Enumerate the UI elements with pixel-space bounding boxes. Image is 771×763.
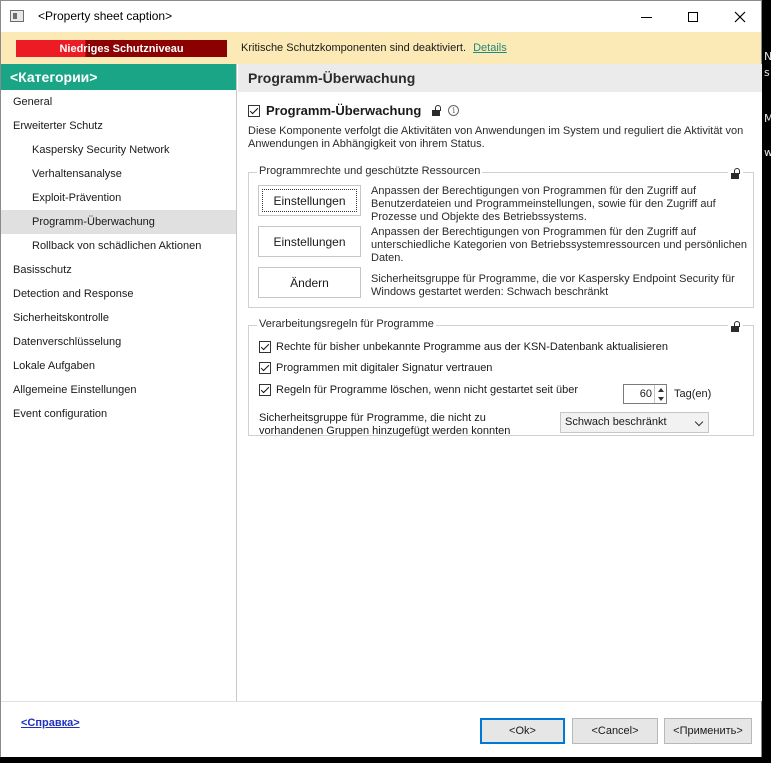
program-rights-group: Programmrechte und geschützte Ressourcen… — [248, 165, 754, 308]
component-toggle-label: Programm-Überwachung — [266, 103, 422, 118]
protection-alert-bar: Niedriges Schutzniveau Kritische Schutzk… — [1, 32, 761, 64]
maximize-icon — [688, 11, 698, 22]
change-security-group-button[interactable]: Ändern — [258, 267, 361, 298]
delete-rules-checkbox[interactable] — [259, 384, 271, 396]
alert-message-text: Kritische Schutzkomponenten sind deaktiv… — [241, 42, 467, 54]
trust-signed-programs-checkbox[interactable] — [259, 362, 271, 374]
sidebar-item-allgemeine-einstellungen[interactable]: Allgemeine Einstellungen — [1, 378, 236, 402]
default-security-group-label: Sicherheitsgruppe für Programme, die nic… — [259, 412, 511, 437]
file-access-description: Anpassen der Berechtigungen von Programm… — [371, 185, 716, 223]
component-description: Diese Komponente verfolgt die Aktivitäte… — [248, 125, 744, 150]
stepper-up-icon[interactable] — [655, 385, 666, 394]
background-text-fragment: s — [764, 66, 770, 79]
close-button[interactable] — [717, 1, 763, 32]
delete-rules-label: Regeln für Programme löschen, wenn nicht… — [276, 384, 579, 396]
window-title: <Property sheet caption> — [38, 9, 173, 23]
page-title: Programm-Überwachung — [238, 64, 762, 92]
component-toggle[interactable]: Programm-Überwachung i — [248, 103, 460, 118]
background-text-fragment: wi — [764, 146, 771, 159]
alert-message: Kritische Schutzkomponenten sind deaktiv… — [241, 42, 507, 54]
sidebar-item-general[interactable]: General — [1, 90, 236, 114]
categories-header: <Категории> — [1, 64, 236, 90]
category-list: General Erweiterter Schutz Kaspersky Secur… — [1, 90, 236, 426]
lock-open-icon[interactable] — [431, 105, 442, 116]
security-group-description: Sicherheitsgruppe für Programme, die vor… — [371, 273, 735, 298]
ksn-update-rights-label: Rechte für bisher unbekannte Programme a… — [276, 341, 668, 353]
background-text-fragment: N — [764, 50, 771, 63]
background-text-fragment: Ma — [764, 112, 771, 125]
close-icon — [734, 11, 746, 22]
sidebar-item-sicherheitskontrolle[interactable]: Sicherheitskontrolle — [1, 306, 236, 330]
property-sheet-window: <Property sheet caption> Niedriges Schut… — [0, 0, 762, 757]
stepper-arrows — [654, 385, 666, 403]
app-window-icon — [10, 10, 24, 22]
title-bar[interactable]: <Property sheet caption> — [1, 1, 761, 32]
processing-rules-group: Verarbeitungsregeln für Programme Rechte… — [248, 318, 754, 437]
minimize-button[interactable] — [623, 1, 669, 32]
sidebar-item-lokale-aufgaben[interactable]: Lokale Aufgaben — [1, 354, 236, 378]
sidebar-item-detection-and-response[interactable]: Detection and Response — [1, 282, 236, 306]
component-enabled-checkbox[interactable] — [248, 104, 260, 117]
sidebar-item-datenverschlusselung[interactable]: Datenverschlüsselung — [1, 330, 236, 354]
dialog-footer: <Справка> <Ok> <Cancel> <Применить> — [1, 701, 761, 757]
days-stepper[interactable]: 60 — [623, 384, 667, 404]
resource-access-settings-button[interactable]: Einstellungen — [258, 226, 361, 257]
processing-rules-group-title: Verarbeitungsregeln für Programme — [257, 318, 436, 330]
minimize-icon — [640, 17, 652, 18]
ksn-update-rights-checkbox[interactable] — [259, 341, 271, 353]
sidebar-item-erweiterter-schutz[interactable]: Erweiterter Schutz — [1, 114, 236, 138]
sidebar-item-basisschutz[interactable]: Basisschutz — [1, 258, 236, 282]
group-lock-icon[interactable] — [728, 168, 743, 182]
cancel-button[interactable]: <Cancel> — [572, 718, 658, 744]
program-rights-group-title: Programmrechte und geschützte Ressourcen — [257, 165, 483, 177]
delete-rules-option[interactable]: Regeln für Programme löschen, wenn nicht… — [259, 384, 578, 396]
maximize-button[interactable] — [670, 1, 716, 32]
apply-button[interactable]: <Применить> — [664, 718, 752, 744]
protection-level-badge: Niedriges Schutzniveau — [16, 40, 227, 57]
trust-signed-programs-label: Programmen mit digitaler Signatur vertra… — [276, 362, 493, 374]
sidebar-item-event-configuration[interactable]: Event configuration — [1, 402, 236, 426]
help-link[interactable]: <Справка> — [21, 717, 80, 729]
default-security-group-value: Schwach beschränkt — [565, 416, 667, 428]
sidebar-item-rollback-von-schadlichen-aktionen[interactable]: Rollback von schädlichen Aktionen — [1, 234, 236, 258]
details-link[interactable]: Details — [473, 42, 507, 54]
settings-pane: Programm-Überwachung Programm-Überwachun… — [238, 64, 762, 701]
stepper-down-icon[interactable] — [655, 394, 666, 403]
file-access-settings-button[interactable]: Einstellungen — [258, 185, 361, 216]
sidebar-item-kaspersky-security-network[interactable]: Kaspersky Security Network — [1, 138, 236, 162]
days-unit: Tag(en) — [674, 388, 712, 400]
sidebar-item-exploit-pravention[interactable]: Exploit-Prävention — [1, 186, 236, 210]
trust-signed-programs-option[interactable]: Programmen mit digitaler Signatur vertra… — [259, 362, 492, 374]
sidebar-item-verhaltensanalyse[interactable]: Verhaltensanalyse — [1, 162, 236, 186]
default-security-group-select[interactable]: Schwach beschränkt — [560, 412, 709, 433]
ksn-update-rights-option[interactable]: Rechte für bisher unbekannte Programme a… — [259, 341, 668, 353]
group-lock-icon[interactable] — [728, 321, 743, 335]
category-sidebar: <Категории> General Erweiterter Schutz Kas… — [1, 64, 237, 701]
ok-button[interactable]: <Ok> — [480, 718, 565, 744]
days-value[interactable]: 60 — [640, 388, 652, 400]
info-icon[interactable]: i — [448, 105, 460, 116]
chevron-down-icon — [694, 417, 704, 427]
resource-access-description: Anpassen der Berechtigungen von Programm… — [371, 226, 748, 264]
sidebar-item-programm-uberwachung[interactable]: Programm-Überwachung — [1, 210, 236, 234]
